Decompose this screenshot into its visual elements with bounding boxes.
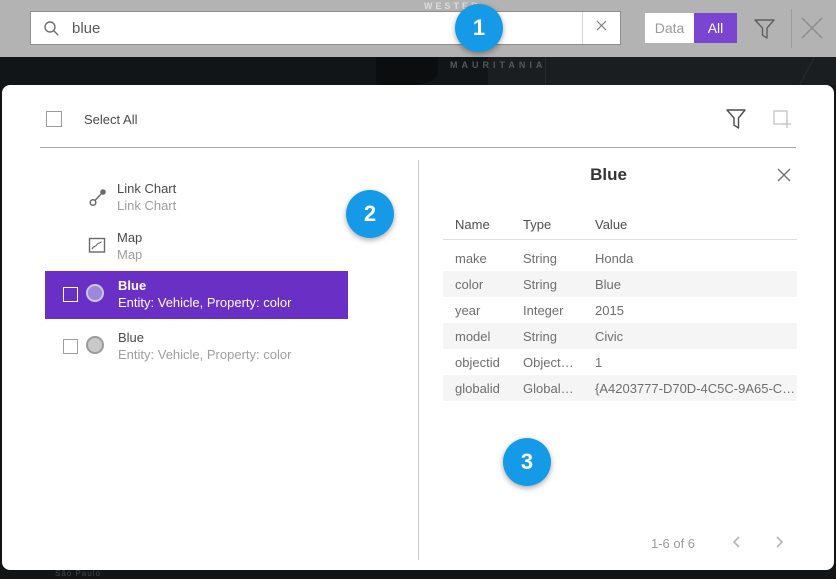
chevron-left-icon bbox=[731, 535, 743, 552]
list-item-title: Map bbox=[117, 230, 142, 245]
map-background: MAURITANIA bbox=[0, 57, 836, 85]
panel-filter-icon[interactable] bbox=[724, 106, 748, 137]
cell-value: 1 bbox=[595, 355, 602, 370]
list-item-blue-selected[interactable]: Blue Entity: Vehicle, Property: color bbox=[45, 271, 348, 319]
toolbar-divider bbox=[791, 9, 792, 48]
map-country-shape bbox=[376, 57, 438, 85]
map-icon bbox=[88, 236, 107, 260]
list-item-title: Link Chart bbox=[117, 181, 176, 196]
item-checkbox[interactable] bbox=[63, 339, 78, 354]
search-toolbar: WESTER Data All bbox=[0, 0, 836, 57]
cell-name: globalid bbox=[455, 381, 500, 396]
table-row: objectid Object… 1 bbox=[443, 349, 797, 375]
table-row: model String Civic bbox=[443, 323, 797, 349]
search-input[interactable] bbox=[60, 12, 582, 44]
table-row: year Integer 2015 bbox=[443, 297, 797, 323]
column-header-value: Value bbox=[595, 217, 627, 232]
list-item-link-chart[interactable]: Link Chart Link Chart bbox=[45, 174, 348, 222]
item-checkbox[interactable] bbox=[63, 287, 78, 302]
list-item-subtitle: Map bbox=[117, 247, 142, 262]
cell-name: year bbox=[455, 303, 480, 318]
table-row: globalid Global… {A4203777-D70D-4C5C-9A6… bbox=[443, 375, 797, 401]
clear-x-icon bbox=[595, 19, 608, 37]
clear-search-button[interactable] bbox=[582, 12, 620, 44]
cell-name: model bbox=[455, 329, 490, 344]
map-label-bottom: São Paulo bbox=[55, 569, 101, 578]
link-chart-icon bbox=[88, 187, 108, 212]
cell-value: {A4203777-D70D-4C5C-9A65-C… bbox=[595, 381, 795, 396]
panel-header-divider bbox=[40, 147, 796, 148]
cell-value: Blue bbox=[595, 277, 621, 292]
list-item-title: Blue bbox=[118, 278, 146, 293]
column-header-name: Name bbox=[455, 217, 490, 232]
cell-name: make bbox=[455, 251, 487, 266]
detail-close-icon[interactable] bbox=[775, 166, 793, 189]
list-item-blue[interactable]: Blue Entity: Vehicle, Property: color bbox=[45, 323, 348, 371]
cell-name: objectid bbox=[455, 355, 500, 370]
data-all-toggle: Data All bbox=[645, 13, 737, 43]
cell-value: Civic bbox=[595, 329, 623, 344]
select-all-checkbox[interactable] bbox=[46, 111, 62, 127]
cell-type: Object… bbox=[523, 355, 574, 370]
cell-value: Honda bbox=[595, 251, 633, 266]
list-detail-divider bbox=[418, 160, 419, 560]
pagination-next-button[interactable] bbox=[768, 532, 790, 554]
column-header-type: Type bbox=[523, 217, 551, 232]
cell-type: Global… bbox=[523, 381, 574, 396]
toggle-option-all[interactable]: All bbox=[694, 13, 737, 43]
detail-title: Blue bbox=[420, 165, 797, 185]
list-item-subtitle: Entity: Vehicle, Property: color bbox=[118, 347, 291, 362]
table-header-divider bbox=[443, 239, 797, 240]
toggle-option-data[interactable]: Data bbox=[645, 13, 694, 43]
cell-type: Integer bbox=[523, 303, 563, 318]
list-item-subtitle: Entity: Vehicle, Property: color bbox=[118, 295, 291, 310]
map-label-mauritania: MAURITANIA bbox=[450, 60, 546, 70]
cell-name: color bbox=[455, 277, 483, 292]
table-row: make String Honda bbox=[443, 245, 797, 271]
entity-circle-icon bbox=[86, 336, 104, 354]
select-all-label: Select All bbox=[84, 112, 137, 127]
annotation-badge-1: 1 bbox=[455, 4, 503, 52]
annotation-badge-3: 3 bbox=[503, 438, 551, 486]
pagination-label: 1-6 of 6 bbox=[638, 536, 708, 551]
add-selection-icon[interactable] bbox=[769, 106, 795, 137]
close-search-icon[interactable] bbox=[798, 14, 826, 47]
search-box bbox=[30, 11, 621, 45]
list-item-subtitle: Link Chart bbox=[117, 198, 176, 213]
app-screen: MAURITANIA São Paulo WESTER bbox=[0, 0, 836, 579]
filter-icon[interactable] bbox=[752, 16, 777, 47]
search-results-panel: Select All Link Chart bbox=[2, 85, 834, 570]
annotation-badge-2: 2 bbox=[346, 190, 394, 238]
entity-circle-icon bbox=[86, 284, 104, 302]
cell-type: String bbox=[523, 251, 557, 266]
cell-type: String bbox=[523, 329, 557, 344]
list-item-map[interactable]: Map Map bbox=[45, 223, 348, 271]
table-row: color String Blue bbox=[443, 271, 797, 297]
pagination-prev-button[interactable] bbox=[726, 532, 748, 554]
cell-type: String bbox=[523, 277, 557, 292]
search-icon bbox=[31, 20, 60, 37]
chevron-right-icon bbox=[773, 535, 785, 552]
list-item-title: Blue bbox=[118, 330, 144, 345]
cell-value: 2015 bbox=[595, 303, 624, 318]
